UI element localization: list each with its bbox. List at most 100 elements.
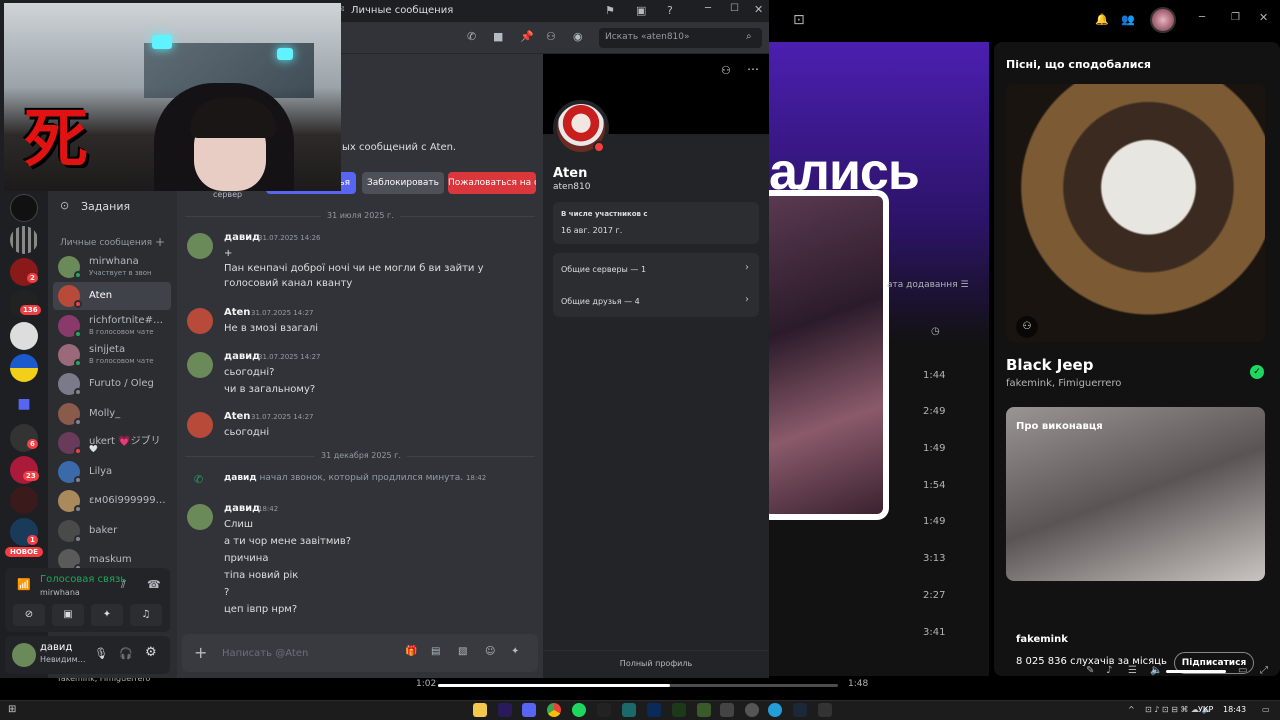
add-friend-icon[interactable]: ⚇	[721, 64, 731, 77]
block-button[interactable]: Заблокировать	[362, 172, 444, 194]
fullscreen-icon[interactable]: ⤢	[1260, 665, 1268, 676]
server-icon[interactable]	[10, 486, 38, 514]
app-icon[interactable]	[622, 703, 636, 717]
chevron-right-icon[interactable]: ›	[745, 262, 749, 273]
video-icon[interactable]: ■	[493, 30, 503, 43]
dm-item[interactable]: Molly_	[53, 400, 171, 428]
search-box[interactable]: Искать «aten810» ⌕	[599, 28, 762, 48]
app-icon[interactable]	[720, 703, 734, 717]
message-author[interactable]: давид	[224, 503, 260, 514]
flag-icon[interactable]: ⚑	[605, 4, 615, 17]
dm-item[interactable]: Furuto / Oleg	[53, 370, 171, 398]
disconnect-icon[interactable]: ☎	[147, 578, 161, 591]
maximize-icon[interactable]: ☐	[730, 3, 739, 14]
about-artist-card[interactable]: Про виконавця	[1006, 407, 1265, 581]
user-icon[interactable]: ⚇	[1016, 316, 1038, 338]
spotify-icon[interactable]	[572, 703, 586, 717]
mic-icon[interactable]: 🎙	[94, 647, 108, 660]
mutual-servers-row[interactable]: Общие серверы — 1	[561, 265, 646, 274]
discord-icon[interactable]	[522, 703, 536, 717]
lyrics-icon[interactable]: ♪	[1106, 665, 1112, 676]
photoshop-icon[interactable]	[647, 703, 661, 717]
friends-icon[interactable]: 👥	[1121, 13, 1135, 26]
dm-item[interactable]: baker	[53, 517, 171, 545]
server-icon[interactable]	[10, 322, 38, 350]
message-author[interactable]: давид	[224, 351, 260, 362]
attach-plus-icon[interactable]: +	[194, 643, 207, 662]
liked-check-icon[interactable]: ✓	[1250, 365, 1264, 379]
tasks-link[interactable]: Задания	[81, 200, 130, 213]
new-badge[interactable]: НОВОЕ	[5, 547, 43, 557]
track-title[interactable]: Black Jeep	[1006, 356, 1093, 374]
avatar[interactable]	[187, 352, 213, 378]
notification-icon[interactable]: ▭	[1262, 705, 1270, 714]
server-icon[interactable]	[10, 194, 38, 222]
message-author[interactable]: Aten	[224, 411, 250, 422]
user-name[interactable]: давид	[40, 642, 72, 653]
avatar[interactable]	[187, 504, 213, 530]
queue-icon[interactable]: ☰	[1128, 665, 1137, 676]
voice-channel[interactable]: mirwhana	[40, 588, 80, 597]
bell-icon[interactable]: 🔔	[1095, 13, 1109, 26]
noise-icon[interactable]: ⫽	[121, 578, 126, 592]
new-dm-button[interactable]: +	[155, 235, 165, 249]
dm-item[interactable]: sinjjeta В голосовом чате	[53, 341, 171, 369]
search-placeholder[interactable]: Искать «aten810»	[605, 32, 690, 42]
miniplayer-icon[interactable]: ▭	[1238, 665, 1247, 676]
library-icon[interactable]: ⊡	[793, 12, 805, 28]
profile-toggle-icon[interactable]: ◉	[573, 30, 583, 43]
dm-item[interactable]: ukert 💗ジブリ 🤍	[53, 429, 171, 457]
avatar[interactable]	[187, 308, 213, 334]
server-icon[interactable]	[10, 354, 38, 382]
activities-button[interactable]: ✦	[91, 604, 123, 626]
gear-icon[interactable]: ⚙	[145, 645, 157, 660]
avatar[interactable]	[12, 643, 36, 667]
more-icon[interactable]: ⋯	[747, 62, 759, 76]
track-artists[interactable]: fakemink, Fimiguerrero	[1006, 378, 1121, 389]
voice-status[interactable]: Голосовая связь	[40, 574, 125, 585]
app-icon[interactable]	[672, 703, 686, 717]
minimize-icon[interactable]: ─	[705, 3, 711, 14]
pencil-icon[interactable]: ✎	[1086, 665, 1094, 676]
dm-item[interactable]: mirwhana Участвует в звон	[53, 253, 171, 281]
artist-name[interactable]: fakemink	[1016, 634, 1068, 645]
dm-item[interactable]: richfortnite#… В голосовом чате	[53, 312, 171, 340]
close-icon[interactable]: ✕	[1259, 11, 1268, 24]
call-icon[interactable]: ✆	[467, 30, 476, 43]
steam-icon[interactable]	[793, 703, 807, 717]
headphones-icon[interactable]: 🎧	[119, 647, 133, 660]
progress-bar[interactable]	[438, 684, 838, 687]
dm-item[interactable]: ɛм06l999999…	[53, 487, 171, 515]
message-input[interactable]	[222, 644, 382, 662]
folder-icon[interactable]: ■	[10, 390, 38, 418]
apps-icon[interactable]: ✦	[511, 646, 519, 657]
pin-icon[interactable]: 📌	[520, 30, 534, 43]
camera-off-button[interactable]: ⊘	[13, 604, 45, 626]
screen-share-icon[interactable]: ▣	[636, 4, 646, 17]
premiere-icon[interactable]	[498, 703, 512, 717]
dm-item[interactable]: Lilya	[53, 458, 171, 486]
avatar[interactable]	[187, 233, 213, 259]
avatar[interactable]	[187, 412, 213, 438]
message-author[interactable]: Aten	[224, 307, 250, 318]
app-icon[interactable]	[745, 703, 759, 717]
language-indicator[interactable]: УКР	[1198, 705, 1213, 714]
chevron-right-icon[interactable]: ›	[745, 294, 749, 305]
telegram-icon[interactable]	[768, 703, 782, 717]
clock[interactable]: 18:43	[1223, 705, 1246, 714]
report-button[interactable]: Пожаловаться на с	[448, 172, 536, 194]
gift-icon[interactable]: 🎁	[405, 646, 417, 657]
mutual-friends-row[interactable]: Общие друзья — 4	[561, 297, 640, 306]
close-icon[interactable]: ✕	[754, 3, 763, 16]
tray-chevron-icon[interactable]: ^	[1128, 705, 1135, 714]
minimize-icon[interactable]: ─	[1199, 12, 1205, 23]
dm-item[interactable]: Aten	[53, 282, 171, 311]
screen-share-button[interactable]: ▣	[52, 604, 84, 626]
app-icon[interactable]	[818, 703, 832, 717]
help-icon[interactable]: ?	[667, 4, 673, 17]
app-icon[interactable]	[597, 703, 611, 717]
sticker-icon[interactable]: ▧	[458, 646, 467, 657]
maximize-icon[interactable]: ❐	[1231, 12, 1240, 23]
volume-slider[interactable]	[1166, 670, 1226, 673]
date-added-header[interactable]: ата додавання ☰	[887, 280, 969, 290]
